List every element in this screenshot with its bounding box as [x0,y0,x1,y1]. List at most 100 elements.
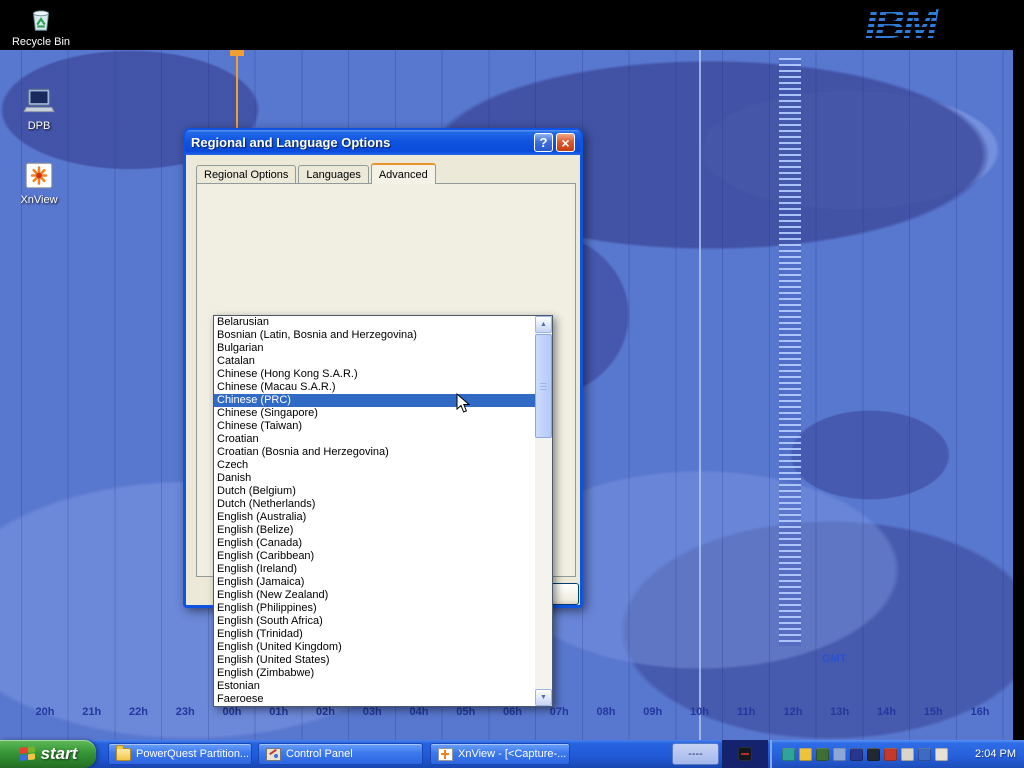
list-item[interactable]: Belarusian [214,316,535,329]
ibm-logo: IBM [865,0,936,48]
list-item[interactable]: English (Jamaica) [214,576,535,589]
taskbar-button-dashes[interactable]: ---- [672,743,719,765]
list-item[interactable]: English (Ireland) [214,563,535,576]
list-item[interactable]: Faeroese [214,693,535,706]
folder-icon [116,748,131,761]
task-button-label: Control Panel [286,748,353,760]
system-tray: 2:04 PM [770,740,1024,768]
taskbar-clock[interactable]: 2:04 PM [975,740,1016,768]
hour-label: 11h [728,706,764,718]
taskbar: start PowerQuest Partition... Control Pa… [0,740,1024,768]
list-item[interactable]: Chinese (Hong Kong S.A.R.) [214,368,535,381]
start-button[interactable]: start [0,740,96,768]
desktop-icon-dpb[interactable]: DPB [6,84,72,132]
tab-regional-options[interactable]: Regional Options [196,165,296,183]
list-item[interactable]: Chinese (PRC) [214,394,535,407]
hour-label: 15h [915,706,951,718]
list-item[interactable]: Dutch (Netherlands) [214,498,535,511]
list-item[interactable]: Chinese (Taiwan) [214,420,535,433]
tab-advanced[interactable]: Advanced [371,163,436,184]
hour-label: 05h [448,706,484,718]
hour-label: 13h [822,706,858,718]
list-item[interactable]: English (Zimbabwe) [214,667,535,680]
desktop-icon-xnview[interactable]: XnView [6,158,72,206]
list-item[interactable]: English (Canada) [214,537,535,550]
hour-label: 02h [308,706,344,718]
list-item[interactable]: English (Philippines) [214,602,535,615]
tray-icon-device[interactable] [935,748,948,761]
list-item[interactable]: Chinese (Singapore) [214,407,535,420]
tray-icon-network-offline[interactable] [867,748,880,761]
task-button-label: XnView - [<Capture-... [458,748,566,760]
hour-label: 22h [121,706,157,718]
dialog-title: Regional and Language Options [191,135,531,150]
hour-label: 20h [27,706,63,718]
scrollbar[interactable]: ▲ ▼ [535,316,552,706]
tray-icon-yellow-badge[interactable] [799,748,812,761]
list-item[interactable]: English (United States) [214,654,535,667]
list-item[interactable]: English (Belize) [214,524,535,537]
timezone-hatch-band [779,58,801,646]
icon-label: XnView [6,194,72,206]
list-item[interactable]: English (United Kingdom) [214,641,535,654]
xnview-icon [22,158,56,192]
hour-label: 21h [74,706,110,718]
tray-icons [772,748,948,761]
list-item[interactable]: Chinese (Macau S.A.R.) [214,381,535,394]
list-item[interactable]: English (Australia) [214,511,535,524]
hour-label: 10h [682,706,718,718]
hour-label: 08h [588,706,624,718]
mouse-cursor [456,393,470,414]
scroll-up-icon[interactable]: ▲ [535,316,552,333]
scroll-down-icon[interactable]: ▼ [535,689,552,706]
tray-icon-network[interactable] [850,748,863,761]
tray-icon-updates-shield[interactable] [816,748,829,761]
hour-label: 03h [354,706,390,718]
hour-label: 23h [167,706,203,718]
taskbar-button-xnview[interactable]: XnView - [<Capture-... [430,743,570,765]
time-marker-cap [230,50,244,56]
list-item[interactable]: Dutch (Belgium) [214,485,535,498]
tray-icon-connection[interactable] [918,748,931,761]
help-button[interactable]: ? [534,133,553,152]
language-dropdown-list: BelarusianBosnian (Latin, Bosnia and Her… [213,315,553,707]
list-item[interactable]: Estonian [214,680,535,693]
list-item[interactable]: Bulgarian [214,342,535,355]
hour-label: 06h [495,706,531,718]
list-item[interactable]: English (Trinidad) [214,628,535,641]
list-item[interactable]: English (South Africa) [214,615,535,628]
dialog-titlebar[interactable]: Regional and Language Options ? × [185,130,581,155]
taskbar-toolbar-segment [722,740,768,768]
xnview-icon [438,748,453,761]
scrollbar-thumb[interactable] [535,334,552,438]
list-item[interactable]: English (New Zealand) [214,589,535,602]
tab-languages[interactable]: Languages [298,165,368,183]
list-item[interactable]: Croatian (Bosnia and Herzegovina) [214,446,535,459]
tray-icon-display[interactable] [833,748,846,761]
hour-label: 16h [962,706,998,718]
list-item[interactable]: Czech [214,459,535,472]
language-listbox-items: BelarusianBosnian (Latin, Bosnia and Her… [214,316,535,706]
hour-label: 01h [261,706,297,718]
gmt-label: GMT [822,653,846,665]
list-item[interactable]: English (Caribbean) [214,550,535,563]
list-item[interactable]: Croatian [214,433,535,446]
laptop-icon [22,84,56,118]
hour-label: 04h [401,706,437,718]
icon-label: DPB [6,120,72,132]
desktop-icon-recycle-bin[interactable]: Recycle Bin [8,4,74,48]
list-item[interactable]: Bosnian (Latin, Bosnia and Herzegovina) [214,329,535,342]
taskbar-button-control-panel[interactable]: Control Panel [258,743,423,765]
tray-icon-volume[interactable] [901,748,914,761]
screen: GMT 20h21h22h23h00h01h02h03h04h05h06h07h… [0,0,1024,768]
tray-icon-teal-app[interactable] [782,748,795,761]
toolbar-app-icon[interactable] [738,747,752,761]
hour-label: 14h [869,706,905,718]
taskbar-button-powerquest[interactable]: PowerQuest Partition... [108,743,252,765]
tray-icon-antivirus[interactable] [884,748,897,761]
list-item[interactable]: Danish [214,472,535,485]
recycle-bin-icon [26,4,56,34]
close-button[interactable]: × [556,133,575,152]
list-item[interactable]: Catalan [214,355,535,368]
start-label: start [41,744,78,764]
